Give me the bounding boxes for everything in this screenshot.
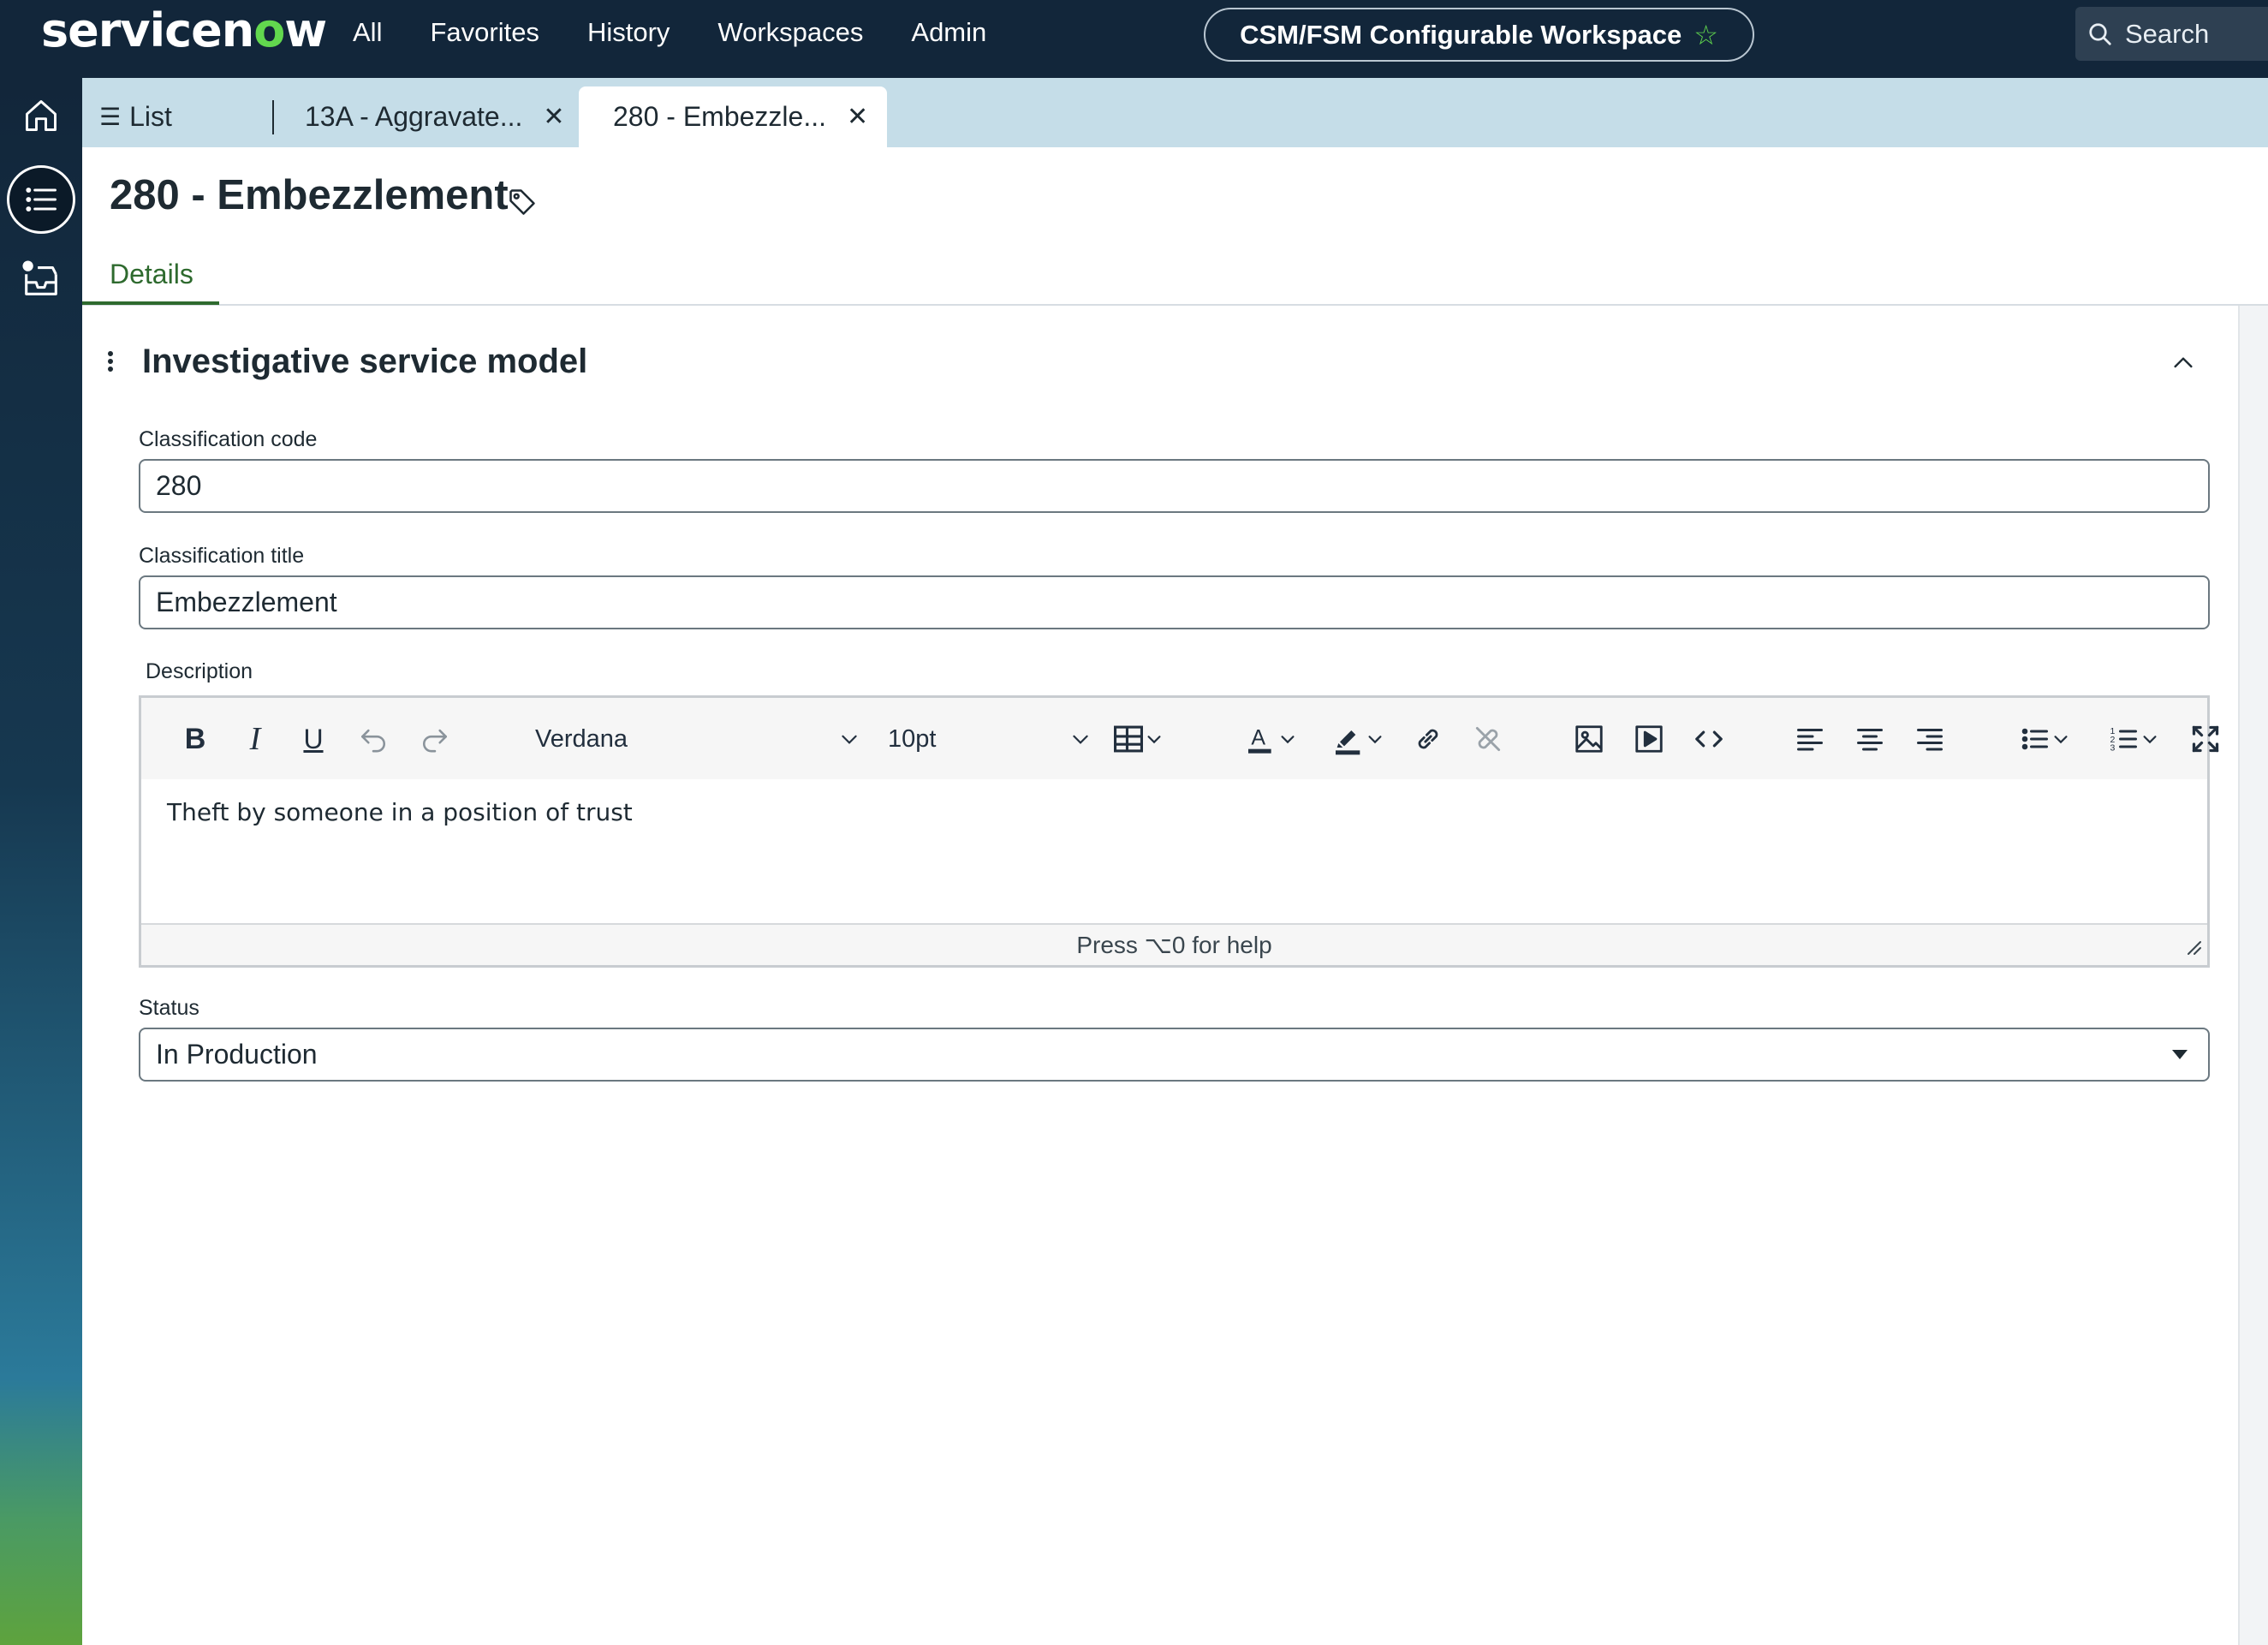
media-icon[interactable]: [1628, 718, 1670, 760]
classification-title-label: Classification title: [139, 544, 305, 568]
global-search[interactable]: Search: [2075, 7, 2268, 61]
underline-icon[interactable]: U: [294, 718, 333, 760]
table-icon[interactable]: [1104, 718, 1172, 760]
tag-icon[interactable]: [507, 187, 538, 222]
tab-record-280[interactable]: 280 - Embezzle... ✕: [579, 86, 887, 147]
tab-list[interactable]: ☰ List: [99, 86, 172, 147]
align-left-icon[interactable]: [1789, 718, 1831, 760]
classification-code-input[interactable]: 280: [139, 459, 2210, 513]
main-menu: All Favorites History Workspaces Admin: [353, 0, 1034, 65]
description-content[interactable]: Theft by someone in a position of trust: [141, 779, 2207, 923]
resize-handle-icon[interactable]: [2185, 939, 2202, 960]
bold-icon[interactable]: B: [176, 718, 215, 760]
tab-details[interactable]: Details: [110, 259, 193, 290]
divider: [82, 304, 2268, 306]
unlink-icon[interactable]: [1467, 718, 1509, 760]
font-size-value: 10pt: [888, 724, 937, 753]
more-options-icon[interactable]: [103, 351, 118, 377]
help-hint: Press ⌥0 for help: [1076, 932, 1272, 958]
tab-list-label: List: [129, 101, 172, 132]
workspace-selector[interactable]: CSM/FSM Configurable Workspace ☆: [1204, 8, 1754, 62]
close-icon[interactable]: ✕: [847, 102, 868, 132]
workspace-label: CSM/FSM Configurable Workspace: [1240, 19, 1682, 50]
align-center-icon[interactable]: [1848, 718, 1891, 760]
status-value: In Production: [156, 1039, 318, 1070]
italic-icon[interactable]: I: [235, 718, 275, 760]
list-icon[interactable]: [7, 165, 75, 234]
star-icon[interactable]: ☆: [1694, 19, 1718, 51]
text-color-icon[interactable]: A: [1234, 718, 1307, 760]
status-label: Status: [139, 996, 199, 1020]
status-select[interactable]: In Production: [139, 1028, 2210, 1082]
nav-all[interactable]: All: [353, 17, 382, 48]
chevron-up-icon[interactable]: [2170, 349, 2197, 381]
page-title: 280 - Embezzlement: [110, 172, 509, 218]
description-editor: B I U Verdana 10pt A 1 2 3 Theft by some…: [139, 695, 2219, 968]
classification-code-label: Classification code: [139, 427, 318, 451]
description-label: Description: [146, 659, 253, 683]
fullscreen-icon[interactable]: [2184, 718, 2227, 760]
numbered-list-icon[interactable]: 123: [2097, 718, 2170, 760]
classification-title-input[interactable]: Embezzlement: [139, 575, 2210, 629]
bullet-list-icon[interactable]: [2008, 718, 2081, 760]
redo-icon[interactable]: [415, 718, 455, 760]
scrollbar[interactable]: [2238, 306, 2268, 1645]
menu-icon: ☰: [99, 104, 122, 130]
editor-help-bar: Press ⌥0 for help: [141, 923, 2207, 965]
nav-admin[interactable]: Admin: [911, 17, 986, 48]
nav-history[interactable]: History: [587, 17, 670, 48]
font-size-select[interactable]: 10pt: [878, 718, 1092, 760]
record-tabs: ☰ List 13A - Aggravate... ✕ 280 - Embezz…: [82, 78, 2268, 147]
search-icon: [2089, 22, 2111, 45]
active-tab-indicator: [82, 301, 219, 305]
tab-record-13a[interactable]: 13A - Aggravate... ✕: [305, 86, 565, 147]
tab-label: 13A - Aggravate...: [305, 101, 523, 132]
link-icon[interactable]: [1407, 718, 1449, 760]
top-navigation-bar: servicenow All Favorites History Workspa…: [0, 0, 2268, 78]
highlight-color-icon[interactable]: [1321, 718, 1395, 760]
font-family-select[interactable]: Verdana: [518, 718, 860, 760]
nav-workspaces[interactable]: Workspaces: [717, 17, 863, 48]
align-right-icon[interactable]: [1908, 718, 1951, 760]
section-title: Investigative service model: [142, 343, 588, 380]
tab-label: 280 - Embezzle...: [613, 101, 826, 132]
nav-favorites[interactable]: Favorites: [430, 17, 539, 48]
image-icon[interactable]: [1568, 718, 1610, 760]
font-family-value: Verdana: [535, 724, 628, 753]
caret-down-icon: [2172, 1050, 2188, 1059]
undo-icon[interactable]: [354, 718, 393, 760]
servicenow-logo[interactable]: servicenow: [41, 5, 327, 57]
close-icon[interactable]: ✕: [543, 102, 564, 132]
tab-divider: [272, 100, 274, 134]
svg-text:A: A: [1251, 726, 1265, 750]
inbox-icon[interactable]: [0, 258, 82, 301]
source-code-icon[interactable]: [1688, 718, 1730, 760]
home-icon[interactable]: [0, 97, 82, 134]
left-rail: [0, 78, 82, 1645]
chevron-down-icon: [1073, 735, 1088, 744]
search-label: Search: [2125, 18, 2210, 49]
svg-text:3: 3: [2110, 743, 2116, 754]
chevron-down-icon: [842, 735, 857, 744]
editor-toolbar: B I U Verdana 10pt A 1 2 3: [141, 698, 2219, 779]
